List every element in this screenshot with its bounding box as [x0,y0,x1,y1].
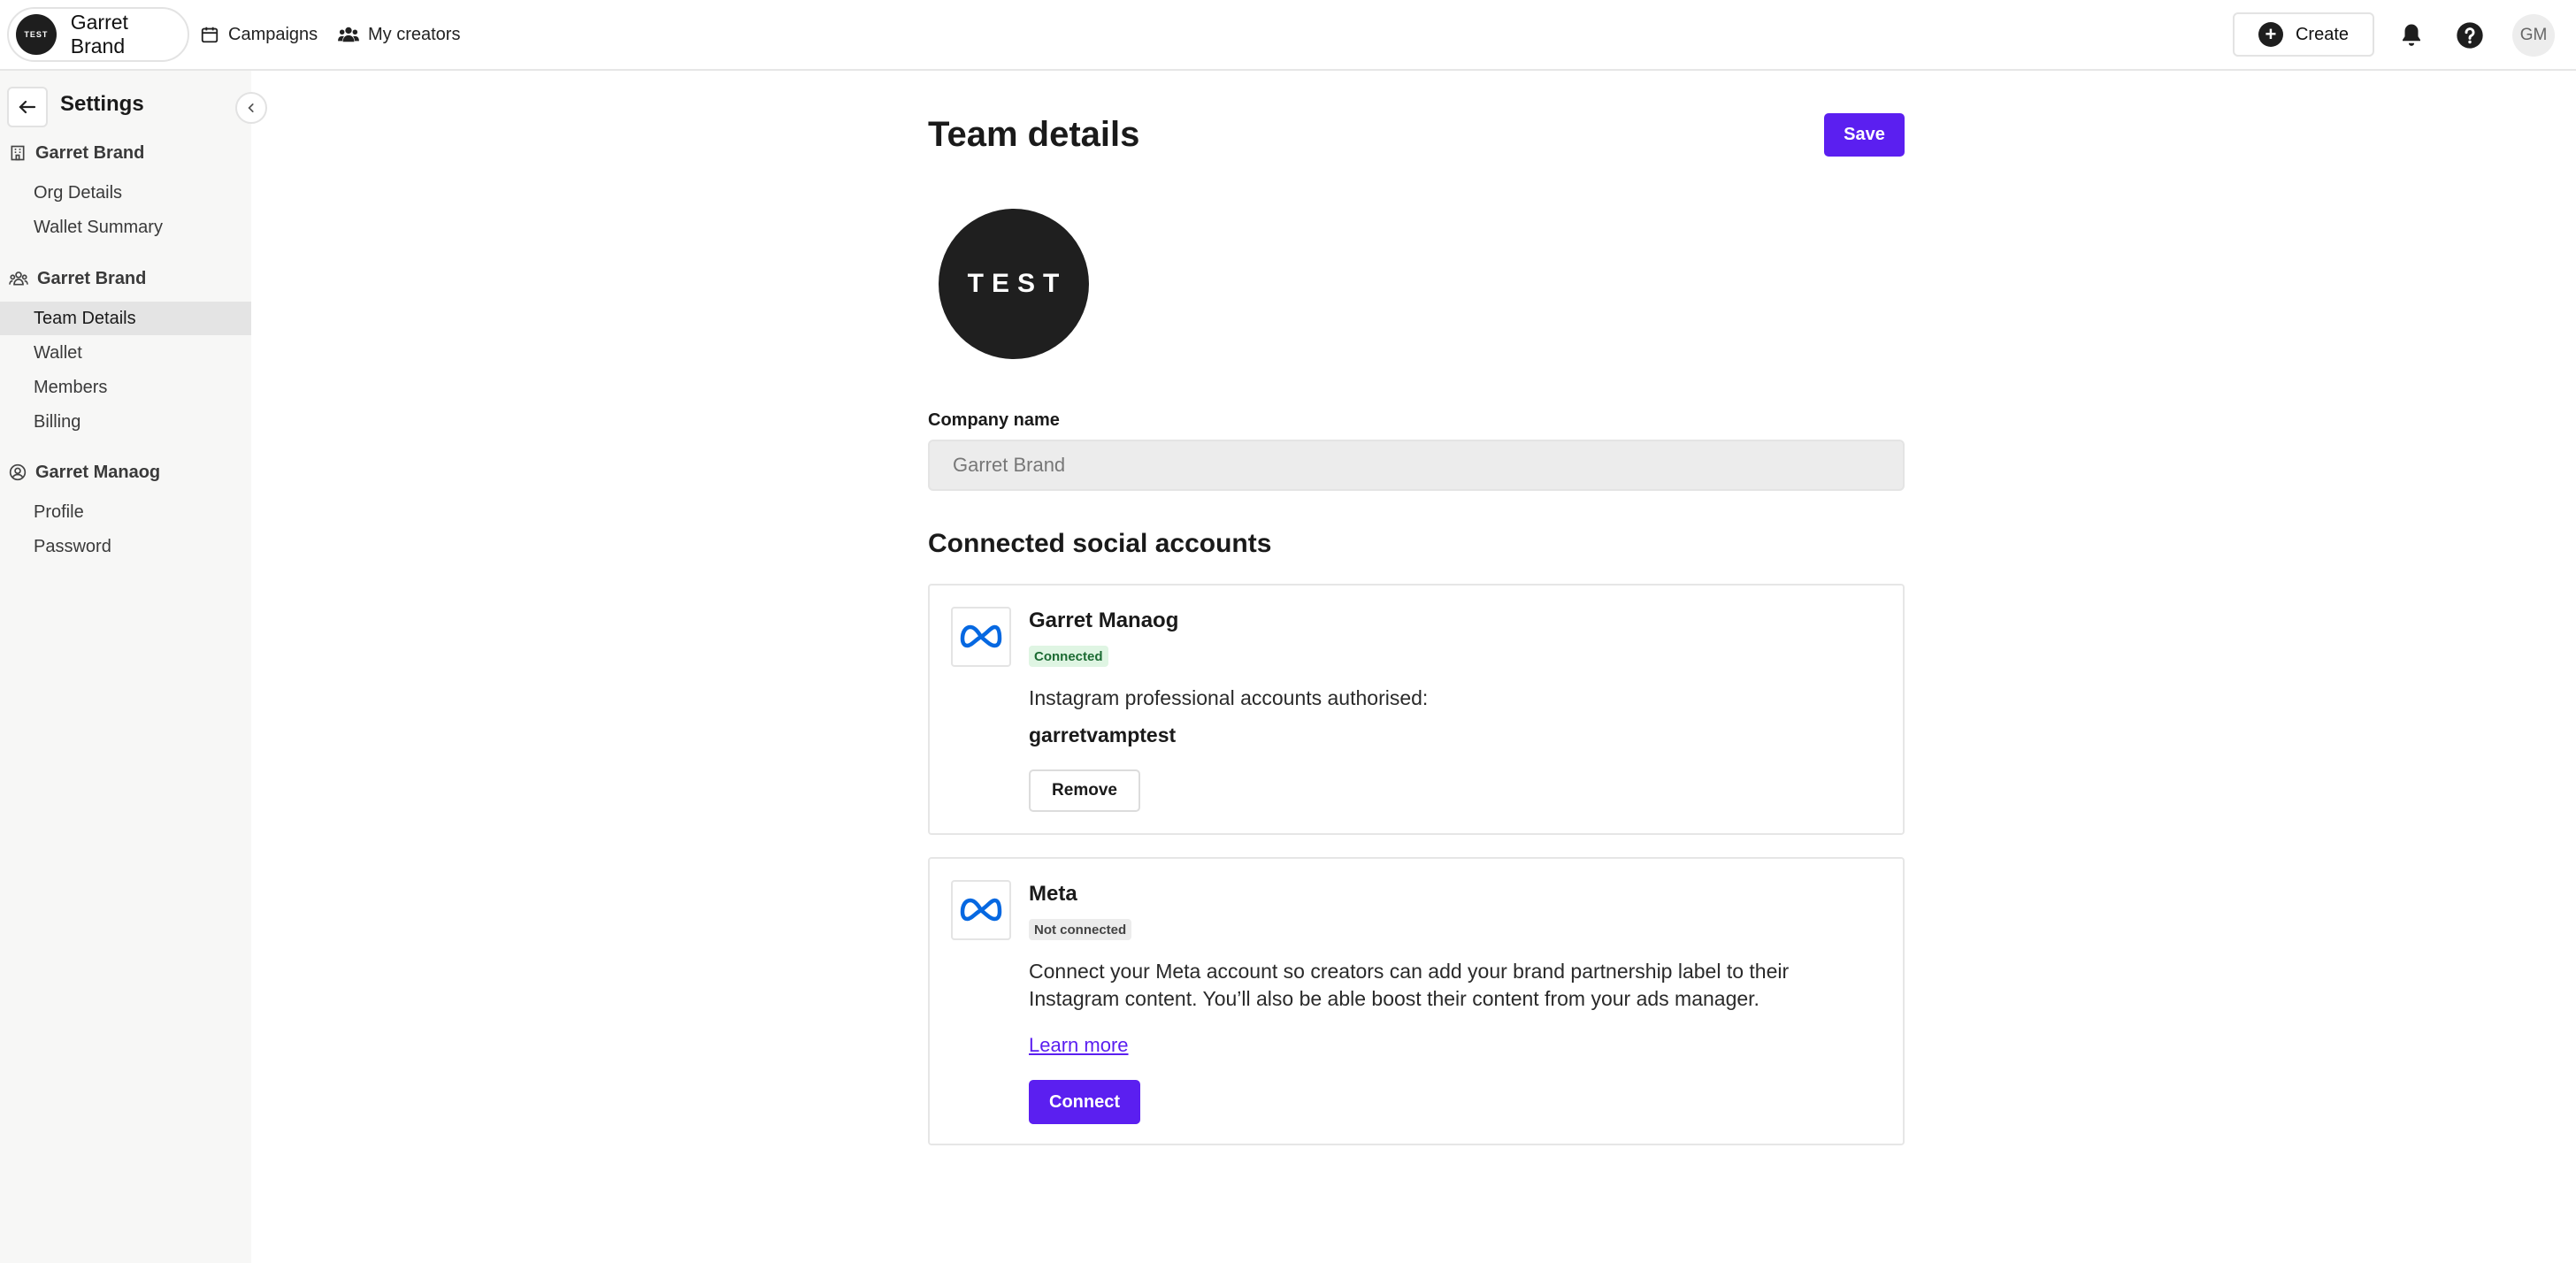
help-button[interactable] [2450,16,2489,55]
meta-logo-icon [960,624,1002,648]
building-icon [11,145,25,161]
plus-circle-icon: + [2258,22,2283,47]
sidebar-group-label: Garret Brand [37,268,147,288]
account-description: Instagram professional accounts authoris… [1029,686,1429,709]
sidebar-title: Settings [60,92,144,116]
social-account-card: Meta Not connected Connect your Meta acc… [928,857,1905,1145]
calendar-icon [201,27,218,43]
user-avatar[interactable]: GM [2512,14,2555,57]
status-badge: Not connected [1029,919,1132,940]
meta-logo-box [951,607,1011,667]
team-icon [9,272,28,286]
nav-my-creators[interactable]: My creators [338,19,460,50]
sidebar-group-team: Garret Brand [9,265,146,292]
account-name: Meta [1029,882,1077,906]
account-name: Garret Manaog [1029,609,1179,632]
social-account-card: Garret Manaog Connected Instagram profes… [928,584,1905,835]
meta-logo-icon [960,898,1002,922]
instagram-handle: garretvamptest [1029,723,1177,746]
meta-logo-box [951,880,1011,940]
connect-button[interactable]: Connect [1029,1080,1140,1124]
notifications-button[interactable] [2392,16,2431,55]
help-icon [2457,22,2483,49]
nav-campaigns[interactable]: Campaigns [200,19,318,50]
brand-name: Garret Brand [70,11,128,57]
chevron-left-icon [248,103,254,112]
bell-icon [2403,24,2420,46]
learn-more-link[interactable]: Learn more [1029,1034,1129,1057]
back-button[interactable] [7,87,48,127]
team-logo[interactable]: TEST [939,209,1089,359]
company-name-input[interactable] [928,440,1905,491]
user-circle-icon [9,463,27,481]
settings-sidebar: Settings Garret Brand Org Details Wallet… [0,71,267,1263]
nav-campaigns-label: Campaigns [228,24,318,44]
sidebar-item-org-details[interactable]: Org Details [0,176,251,210]
connected-accounts-title: Connected social accounts [928,529,1272,558]
create-button[interactable]: + Create [2233,12,2374,57]
sidebar-item-profile[interactable]: Profile [0,495,251,529]
sidebar-item-wallet[interactable]: Wallet [0,336,251,370]
brand-logo: TEST [16,14,57,55]
create-button-label: Create [2295,24,2350,44]
collapse-sidebar-button[interactable] [235,92,267,124]
sidebar-group-org: Garret Brand [9,140,144,166]
save-button[interactable]: Save [1824,113,1905,157]
sidebar-group-label: Garret Manaog [35,462,161,482]
remove-button[interactable]: Remove [1029,769,1140,812]
company-name-label: Company name [928,410,1060,430]
arrow-left-icon [19,100,36,114]
status-badge: Connected [1029,646,1108,667]
top-bar: TEST Garret Brand Campaigns My creators … [0,0,2576,71]
nav-my-creators-label: My creators [368,24,461,44]
sidebar-item-billing[interactable]: Billing [0,405,251,439]
sidebar-item-team-details[interactable]: Team Details [0,302,251,335]
sidebar-item-members[interactable]: Members [0,371,251,404]
brand-switcher[interactable]: TEST Garret Brand [7,7,189,62]
people-icon [338,27,359,42]
sidebar-group-label: Garret Brand [35,142,145,163]
sidebar-item-password[interactable]: Password [0,530,251,563]
sidebar-item-wallet-summary[interactable]: Wallet Summary [0,210,251,244]
sidebar-group-user: Garret Manaog [9,459,160,486]
page-title: Team details [928,115,1140,154]
account-description: Connect your Meta account so creators ca… [1029,960,1790,1010]
